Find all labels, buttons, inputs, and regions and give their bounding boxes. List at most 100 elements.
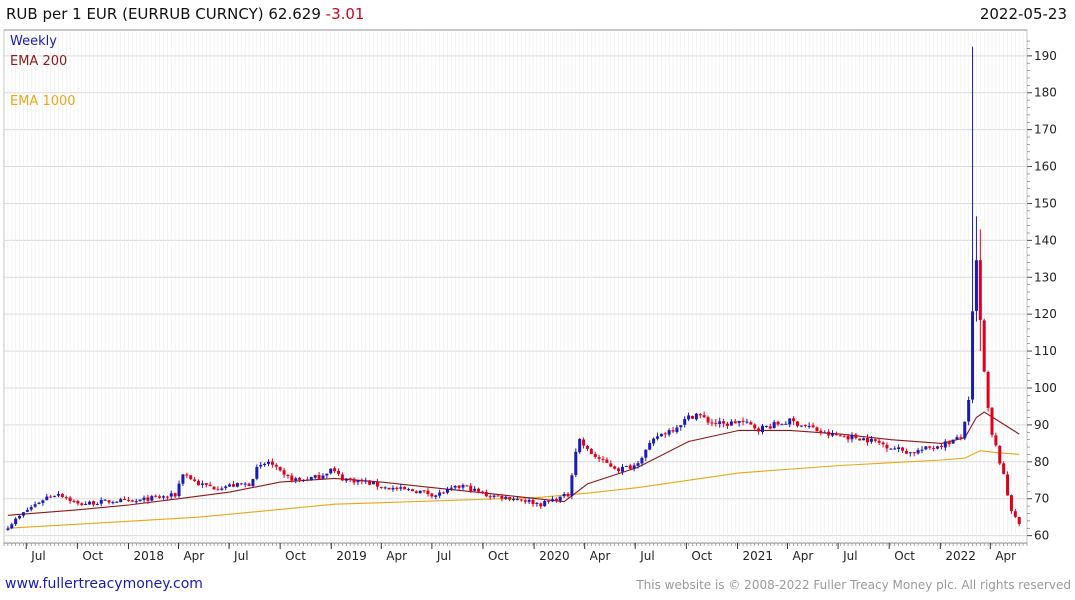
candle-body [547,500,551,502]
candle-body [928,446,932,448]
candle-body [228,484,232,487]
candle-body [99,500,103,504]
candle-body [457,485,461,488]
candle-body [904,450,908,454]
candle-body [430,493,434,497]
candle-body [422,490,426,492]
candle-body [729,421,733,426]
candle-body [741,420,745,422]
candle-body [554,499,558,501]
candle-body [282,470,286,475]
candle-body [613,466,617,469]
candle-body [780,424,784,426]
candle-body [994,435,998,446]
candle-body [496,495,500,497]
site-link[interactable]: www.fullertreacymoney.com [5,576,203,592]
candle-body [939,445,943,447]
candle-body [91,501,95,505]
candle-body [193,479,197,481]
candle-body [379,486,383,488]
candle-body [154,495,158,497]
candle-body [270,461,274,465]
candle-body [722,421,726,424]
x-tick-label: Apr [995,549,1016,563]
candle-body [659,433,663,437]
plot-area [3,29,1028,544]
candle-body [527,500,531,502]
candle-body [858,438,862,441]
candle-body [196,480,200,486]
y-tick-label: 130 [1034,270,1057,284]
candle-body [274,464,278,467]
x-tick-label: Oct [691,549,712,563]
candle-body [869,438,873,442]
candle-body [165,496,169,498]
candle-body [212,486,216,490]
candle-body [294,478,298,481]
candle-body [356,480,360,483]
candle-body [123,499,127,501]
candle-body [846,436,850,440]
candle-body [807,425,811,427]
candle-body [348,478,352,480]
candle-body [391,487,395,490]
candle-body [640,457,644,464]
candle-body [971,311,975,400]
candle-body [76,500,80,504]
candle-body [158,496,162,498]
candle-body [854,434,858,439]
candle-body [119,499,123,503]
candle-body [582,439,586,446]
candle-body [333,468,337,472]
candle-body [33,504,37,507]
candle-body [749,422,753,425]
candle-body [208,484,212,487]
candle-body [115,501,119,503]
x-tick-label: 2022 [945,549,976,563]
candle-body [484,492,488,497]
candle-body [531,499,535,505]
candle-body [309,477,313,480]
candle-body [648,443,652,450]
x-tick-label: 2020 [539,549,570,563]
candle-body [239,483,243,485]
candle-body [247,483,251,487]
candle-body [873,439,877,441]
candle-body [885,444,889,449]
x-tick-label: Oct [894,549,915,563]
candle-body [407,489,411,491]
x-tick-label: Oct [488,549,509,563]
candle-body [803,424,807,426]
y-tick-label: 160 [1034,160,1057,174]
candle-body [512,498,516,501]
candle-body [68,497,72,502]
candle-body [679,425,683,428]
candle-body [543,501,547,507]
candle-body [733,421,737,424]
candle-body [667,430,671,435]
candle-body [298,477,302,480]
candle-body [1002,463,1006,475]
candle-body [504,496,508,499]
candle-body [344,478,348,481]
candle-body [986,372,990,408]
candle-body [776,421,780,425]
candle-body [352,478,356,483]
y-tick-label: 90 [1034,418,1049,432]
y-tick-label: 110 [1034,344,1057,358]
candle-body [169,493,173,497]
candle-body [488,496,492,498]
candle-body [453,485,457,488]
candle-body [562,493,566,497]
candle-body [337,470,341,474]
candle-body [784,423,788,425]
candle-body [593,454,597,457]
candle-body [772,422,776,429]
candle-body [963,421,967,439]
candle-body [60,494,64,497]
y-tick-label: 180 [1034,86,1057,100]
candle-body [126,499,130,501]
candle-body [924,446,928,450]
candle-body [519,499,523,501]
candle-body [340,474,344,481]
